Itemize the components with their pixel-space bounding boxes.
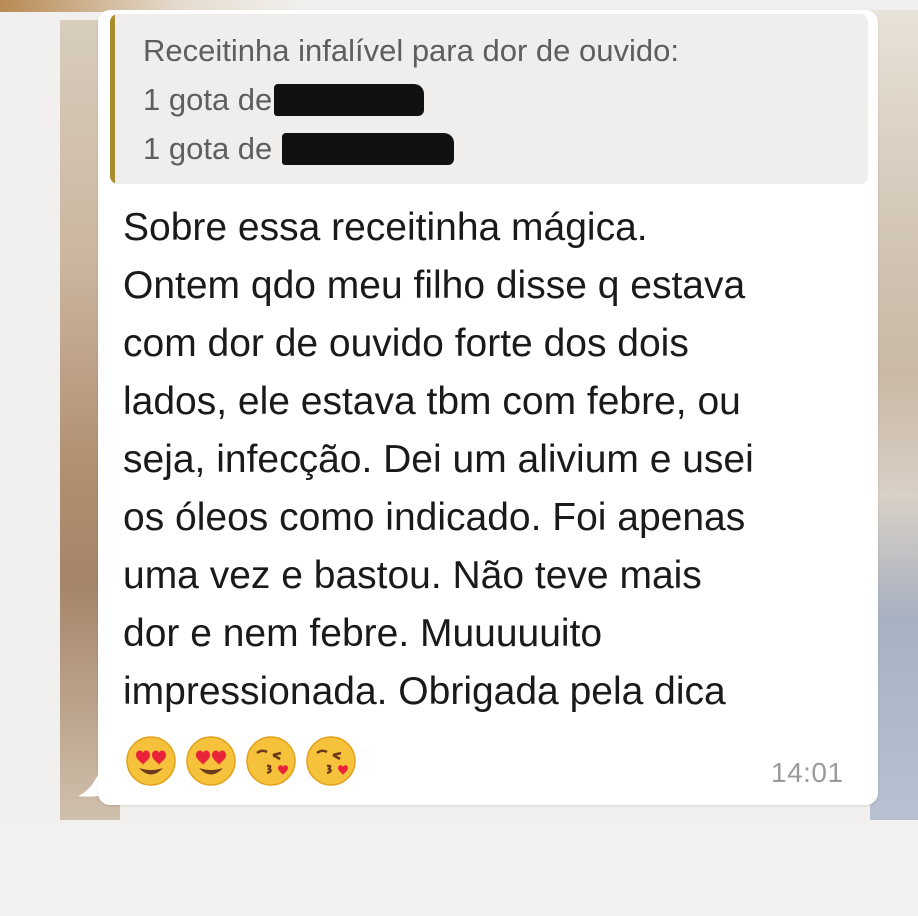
quoted-text: Receitinha infalível para dor de ouvido:… — [143, 26, 843, 173]
kissing-heart-icon — [246, 736, 296, 786]
message-line: seja, infecção. Dei um alivium e usei — [123, 438, 754, 481]
message-text: Sobre essa receitinha mágica. Ontem qdo … — [123, 199, 863, 721]
quote-line: 1 gota de — [143, 75, 843, 124]
quote-line: 1 gota de — [143, 124, 843, 173]
message-line: dor e nem febre. Muuuuuito — [123, 612, 603, 655]
quote-accent-bar — [110, 14, 115, 184]
kissing-heart-icon — [306, 736, 356, 786]
message-timestamp: 14:01 — [771, 757, 844, 788]
redaction-mark — [274, 83, 425, 116]
message-line: uma vez e bastou. Não teve mais — [123, 554, 702, 597]
emoji-row — [125, 735, 357, 787]
message-line: Sobre essa receitinha mágica. — [123, 206, 648, 249]
quoted-message[interactable]: Receitinha infalível para dor de ouvido:… — [110, 14, 868, 184]
redaction-mark — [282, 132, 455, 165]
message-line: impressionada. Obrigada pela dica — [123, 670, 726, 713]
heart-eyes-icon — [186, 736, 236, 786]
message-line: lados, ele estava tbm com febre, ou — [123, 380, 741, 423]
quote-line: Receitinha infalível para dor de ouvido: — [143, 33, 679, 68]
message-line: Ontem qdo meu filho disse q estava — [123, 264, 746, 307]
background-bottom — [0, 820, 918, 916]
message-line: os óleos como indicado. Foi apenas — [123, 496, 746, 539]
message-line: com dor de ouvido forte dos dois — [123, 322, 689, 365]
heart-eyes-icon — [126, 736, 176, 786]
